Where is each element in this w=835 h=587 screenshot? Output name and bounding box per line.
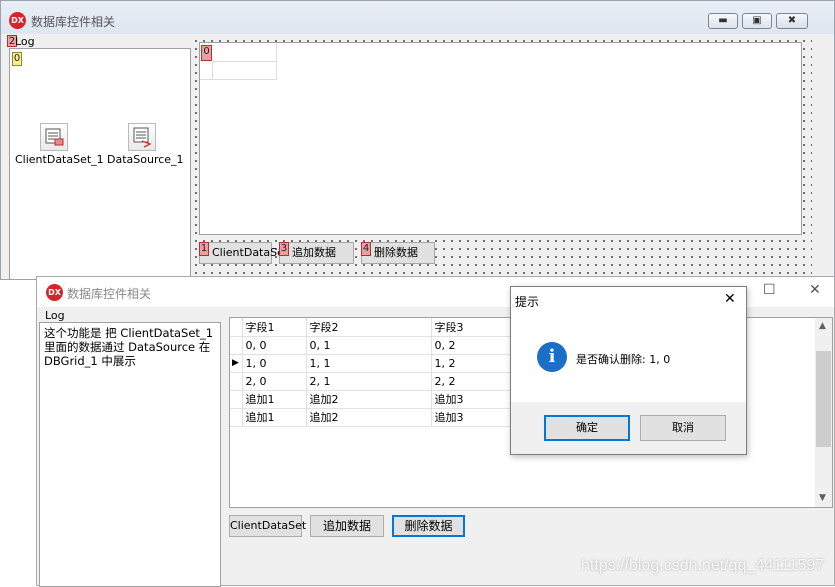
dialog-message: 是否确认删除: 1, 0: [576, 353, 671, 366]
table-cell[interactable]: 1, 1: [306, 354, 432, 373]
dialog-close-button[interactable]: ✕: [724, 291, 736, 307]
table-cell[interactable]: 0, 0: [242, 336, 307, 355]
indicator-cell: [230, 336, 243, 355]
delete-data-button[interactable]: 删除数据: [392, 515, 465, 537]
cancel-button[interactable]: 取消: [640, 415, 726, 441]
log-memo-design[interactable]: 0 ClientDataSet_1 DataSource_1: [9, 48, 191, 280]
button-label: 追加数据: [292, 246, 336, 259]
table-cell[interactable]: 1, 0: [242, 354, 307, 373]
log-text: 这个功能是 把 ClientDataSet_1 里面的数据通过 DataSour…: [44, 326, 214, 368]
log-memo[interactable]: 这个功能是 把 ClientDataSet_1 里面的数据通过 DataSour…: [39, 322, 221, 587]
button-label: ClientDataSet: [212, 246, 289, 259]
app-logo: DX: [46, 284, 63, 301]
tab-order-tag: 0: [12, 52, 22, 66]
table-cell[interactable]: 追加1: [242, 390, 307, 409]
indicator-cell: [230, 390, 243, 409]
close-icon: ✖: [787, 15, 797, 26]
table-cell[interactable]: 追加2: [306, 408, 432, 427]
dialog-button-bar: 确定 取消: [511, 402, 746, 454]
table-cell[interactable]: 0, 1: [306, 336, 432, 355]
dbgrid-table: 字段1 字段2 字段3 0, 0 0, 1 0, 2 ▶ 1, 0 1, 1 1…: [230, 318, 552, 427]
design-delete-button[interactable]: 删除数据: [361, 242, 435, 264]
watermark: https://blog.csdn.net/qq_44111597: [581, 557, 825, 574]
designer-title: 数据库控件相关: [31, 15, 116, 29]
design-clientdataset-button[interactable]: ClientDataSet: [199, 242, 288, 264]
tab-order-tag: 3: [279, 242, 289, 256]
table-row[interactable]: 2, 0 2, 1 2, 2: [230, 372, 552, 391]
tab-order-tag: 4: [361, 242, 371, 256]
column-header[interactable]: 字段1: [242, 318, 307, 337]
designer-titlebar: DX 数据库控件相关 ▬ ▣ ✖: [1, 1, 834, 34]
datasource-label: DataSource_1: [107, 153, 184, 166]
dbgrid-design[interactable]: 0: [199, 42, 802, 235]
indicator-cell: [230, 372, 243, 391]
table-cell[interactable]: 2, 1: [306, 372, 432, 391]
app-logo: DX: [9, 12, 26, 29]
tab-order-tag: 1: [199, 242, 209, 256]
table-row[interactable]: 追加1 追加2 追加3: [230, 390, 552, 409]
append-data-button[interactable]: 追加数据: [310, 515, 384, 537]
clientdataset-icon[interactable]: [40, 123, 68, 151]
designer-window: DX 数据库控件相关 ▬ ▣ ✖ 2 Log 0 ClientDataSet_1: [0, 0, 835, 280]
header-row: 字段1 字段2 字段3: [230, 318, 552, 337]
table-row[interactable]: ▶ 1, 0 1, 1 1, 2: [230, 354, 552, 373]
info-icon: i: [537, 342, 567, 372]
scroll-down-icon[interactable]: ▼: [819, 493, 826, 503]
grid-row-line: [213, 61, 277, 62]
minimize-icon: ▬: [718, 15, 728, 26]
maximize-button[interactable]: ☐: [763, 282, 776, 298]
scrollbar-thumb[interactable]: [816, 351, 831, 447]
vertical-scrollbar[interactable]: ▲ ▼: [815, 318, 832, 507]
maximize-button[interactable]: ▣: [742, 13, 772, 29]
indicator-cell: [230, 318, 243, 337]
design-append-button[interactable]: 追加数据: [279, 242, 354, 264]
confirm-dialog: 提示 ✕ i 是否确认删除: 1, 0 确定 取消: [510, 286, 747, 455]
clientdataset-button[interactable]: ClientDataSet: [229, 515, 306, 537]
clientdataset-label: ClientDataSet_1: [15, 153, 104, 166]
runtime-title: 数据库控件相关: [67, 287, 152, 301]
table-row[interactable]: 0, 0 0, 1 0, 2: [230, 336, 552, 355]
table-cell[interactable]: 追加1: [242, 408, 307, 427]
close-button[interactable]: ✕: [809, 282, 821, 298]
maximize-icon: ▣: [752, 15, 762, 26]
minimize-button[interactable]: ▬: [708, 13, 738, 29]
grid-indicator-line: [212, 61, 213, 80]
datasource-icon[interactable]: [128, 123, 156, 151]
scroll-up-icon[interactable]: ▲: [819, 321, 826, 331]
tab-order-tag: 0: [201, 45, 212, 61]
table-cell[interactable]: 2, 0: [242, 372, 307, 391]
ok-button[interactable]: 确定: [544, 415, 630, 441]
button-label: 删除数据: [374, 246, 418, 259]
log-label: Log: [15, 35, 35, 48]
indicator-cell: [230, 408, 243, 427]
close-button[interactable]: ✖: [776, 13, 808, 29]
table-row[interactable]: 追加1 追加2 追加3: [230, 408, 552, 427]
table-cell[interactable]: 追加2: [306, 390, 432, 409]
log-label: Log: [45, 309, 65, 322]
column-header[interactable]: 字段2: [306, 318, 432, 337]
dialog-title: 提示: [515, 295, 540, 309]
row-indicator-icon: ▶: [230, 354, 243, 373]
